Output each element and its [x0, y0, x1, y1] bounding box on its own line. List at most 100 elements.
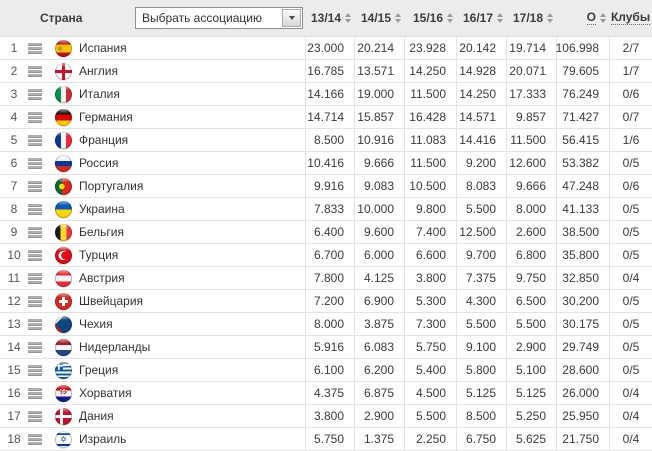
country-name: Германия: [79, 110, 133, 124]
sort-header-total[interactable]: О: [556, 0, 609, 36]
stats-icon-cell: [28, 198, 54, 220]
stats-icon[interactable]: [28, 88, 42, 100]
season-value-14-15: 2.900: [354, 405, 404, 427]
sort-icon: [547, 13, 553, 23]
season-value-14-15: 9.083: [354, 175, 404, 197]
table-row[interactable]: 9 Бельгия 6.400 9.600 7.400 12.500 2.600…: [0, 221, 652, 244]
clubs-value: 0/5: [609, 221, 652, 243]
season-value-16-17: 9.700: [456, 244, 506, 266]
table-row[interactable]: 4 Германия 14.714 15.857 16.428 14.571 9…: [0, 106, 652, 129]
season-column-label: 17/18: [512, 11, 543, 25]
stats-icon[interactable]: [28, 410, 42, 422]
clubs-value: 0/5: [609, 359, 652, 381]
association-select[interactable]: Выбрать ассоциацию: [135, 7, 303, 29]
stats-icon[interactable]: [28, 433, 42, 445]
table-row[interactable]: 7 Португалия 9.916 9.083 10.500 8.083 9.…: [0, 175, 652, 198]
table-row[interactable]: 6 Россия 10.416 9.666 11.500 9.200 12.60…: [0, 152, 652, 175]
table-row[interactable]: 11 Австрия 7.800 4.125 3.800 7.375 9.750…: [0, 267, 652, 290]
country-cell: Украина: [54, 198, 305, 220]
stats-icon[interactable]: [28, 180, 42, 192]
sort-header-season-15-16[interactable]: 15/16: [404, 0, 456, 36]
sort-header-season-17-18[interactable]: 17/18: [506, 0, 556, 36]
table-row[interactable]: 16 Хорватия 4.375 6.875 4.500 5.125 5.12…: [0, 382, 652, 405]
table-row[interactable]: 18 Израиль 5.750 1.375 2.250 6.750 5.625…: [0, 428, 652, 451]
stats-icon[interactable]: [28, 203, 42, 215]
stats-icon[interactable]: [28, 364, 42, 376]
season-value-15-16: 5.500: [404, 405, 456, 427]
season-headers: 13/14 14/15 15/16 16/17 17/18: [305, 0, 556, 36]
season-value-15-16: 11.500: [404, 83, 456, 105]
stats-icon-cell: [28, 221, 54, 243]
season-value-17-18: 17.333: [506, 83, 556, 105]
table-row[interactable]: 1 Испания 23.000 20.214 23.928 20.142 19…: [0, 37, 652, 60]
clubs-value: 0/5: [609, 152, 652, 174]
season-value-16-17: 5.125: [456, 382, 506, 404]
season-value-13-14: 14.714: [305, 106, 354, 128]
rank-cell: 11: [7, 271, 21, 285]
stats-icon[interactable]: [28, 318, 42, 330]
country-name: Бельгия: [79, 225, 124, 239]
sort-header-season-16-17[interactable]: 16/17: [456, 0, 506, 36]
total-value: 56.415: [556, 129, 609, 151]
season-value-14-15: 9.600: [354, 221, 404, 243]
table-row[interactable]: 5 Франция 8.500 10.916 11.083 14.416 11.…: [0, 129, 652, 152]
table-row[interactable]: 13 Чехия 8.000 3.875 7.300 5.500 5.500 3…: [0, 313, 652, 336]
stats-icon[interactable]: [28, 249, 42, 261]
sort-header-season-13-14[interactable]: 13/14: [305, 0, 354, 36]
season-value-16-17: 12.500: [456, 221, 506, 243]
season-value-16-17: 9.200: [456, 152, 506, 174]
flag-icon-en: [55, 62, 72, 80]
rank-cell: 8: [10, 202, 18, 216]
stats-icon[interactable]: [28, 111, 42, 123]
flag-icon-es: [55, 39, 72, 57]
season-value-17-18: 5.125: [506, 382, 556, 404]
table-row[interactable]: 10 Турция 6.700 6.000 6.600 9.700 6.800 …: [0, 244, 652, 267]
stats-icon[interactable]: [28, 42, 42, 54]
stats-icon-cell: [28, 106, 54, 128]
total-value: 26.000: [556, 382, 609, 404]
clubs-column-header[interactable]: Клубы: [609, 0, 652, 36]
season-value-16-17: 8.500: [456, 405, 506, 427]
season-value-13-14: 8.000: [305, 313, 354, 335]
season-value-14-15: 19.000: [354, 83, 404, 105]
stats-icon[interactable]: [28, 226, 42, 238]
total-value: 76.249: [556, 83, 609, 105]
rank-cell: 14: [7, 340, 21, 354]
country-cell: Португалия: [54, 175, 305, 197]
table-row[interactable]: 15 Греция 6.100 6.200 5.400 5.800 5.100 …: [0, 359, 652, 382]
stats-icon[interactable]: [28, 295, 42, 307]
season-value-16-17: 14.416: [456, 129, 506, 151]
sort-header-season-14-15[interactable]: 14/15: [354, 0, 404, 36]
stats-icon-cell: [28, 359, 54, 381]
country-column-label: Страна: [40, 11, 83, 25]
clubs-value: 0/4: [609, 267, 652, 289]
season-value-15-16: 2.250: [404, 428, 456, 450]
season-value-16-17: 14.571: [456, 106, 506, 128]
stats-icon[interactable]: [28, 65, 42, 77]
table-row[interactable]: 17 Дания 3.800 2.900 5.500 8.500 5.250 2…: [0, 405, 652, 428]
stats-icon[interactable]: [28, 134, 42, 146]
flag-icon-gr: [55, 361, 72, 379]
stats-icon[interactable]: [28, 157, 42, 169]
season-value-15-16: 9.800: [404, 198, 456, 220]
season-value-14-15: 1.375: [354, 428, 404, 450]
stats-icon[interactable]: [28, 387, 42, 399]
table-row[interactable]: 3 Италия 14.166 19.000 11.500 14.250 17.…: [0, 83, 652, 106]
season-value-17-18: 9.857: [506, 106, 556, 128]
clubs-value: 0/5: [609, 290, 652, 312]
country-name: Австрия: [79, 271, 125, 285]
stats-icon[interactable]: [28, 272, 42, 284]
table-row[interactable]: 14 Нидерланды 5.916 6.083 5.750 9.100 2.…: [0, 336, 652, 359]
season-value-17-18: 2.900: [506, 336, 556, 358]
select-arrow-button[interactable]: [282, 9, 301, 27]
total-value: 28.600: [556, 359, 609, 381]
country-name: Турция: [79, 248, 119, 262]
country-name: Швейцария: [79, 294, 144, 308]
stats-icon[interactable]: [28, 341, 42, 353]
table-row[interactable]: 8 Украина 7.833 10.000 9.800 5.500 8.000…: [0, 198, 652, 221]
season-value-15-16: 11.500: [404, 152, 456, 174]
total-value: 41.133: [556, 198, 609, 220]
table-row[interactable]: 12 Швейцария 7.200 6.900 5.300 4.300 6.5…: [0, 290, 652, 313]
flag-icon-it: [55, 85, 72, 103]
table-row[interactable]: 2 Англия 16.785 13.571 14.250 14.928 20.…: [0, 60, 652, 83]
